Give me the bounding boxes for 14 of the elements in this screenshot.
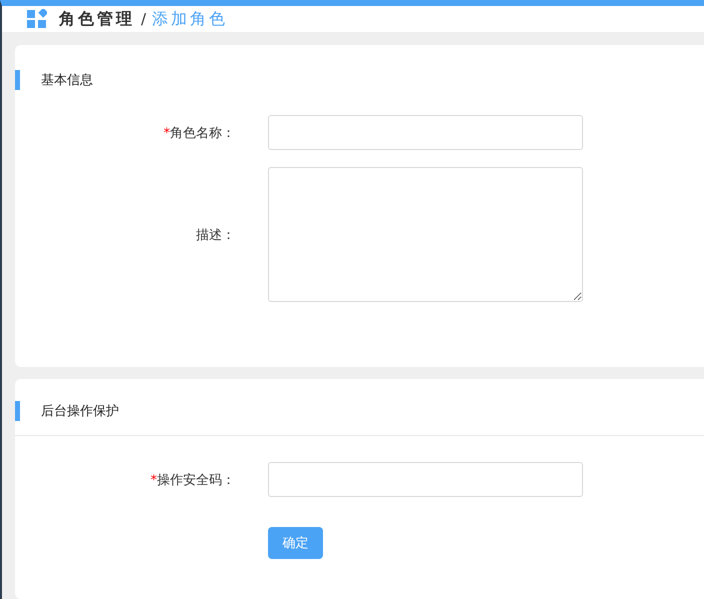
field-label: *角色名称： xyxy=(162,124,235,142)
input-field[interactable] xyxy=(268,462,583,497)
grid-icon xyxy=(27,9,47,29)
section-title: 后台操作保护 xyxy=(41,403,119,420)
field-label: 描述： xyxy=(195,226,235,244)
description-field[interactable] xyxy=(268,167,583,302)
section-title: 基本信息 xyxy=(41,72,93,89)
breadcrumb-parent[interactable]: 角色管理 xyxy=(59,8,135,30)
input-field[interactable] xyxy=(268,115,583,150)
breadcrumb-current: 添加角色 xyxy=(152,8,228,30)
section-marker xyxy=(15,401,20,421)
field-label: *操作安全码： xyxy=(150,472,235,488)
breadcrumb-separator: / xyxy=(141,10,146,28)
section-marker xyxy=(15,70,20,90)
